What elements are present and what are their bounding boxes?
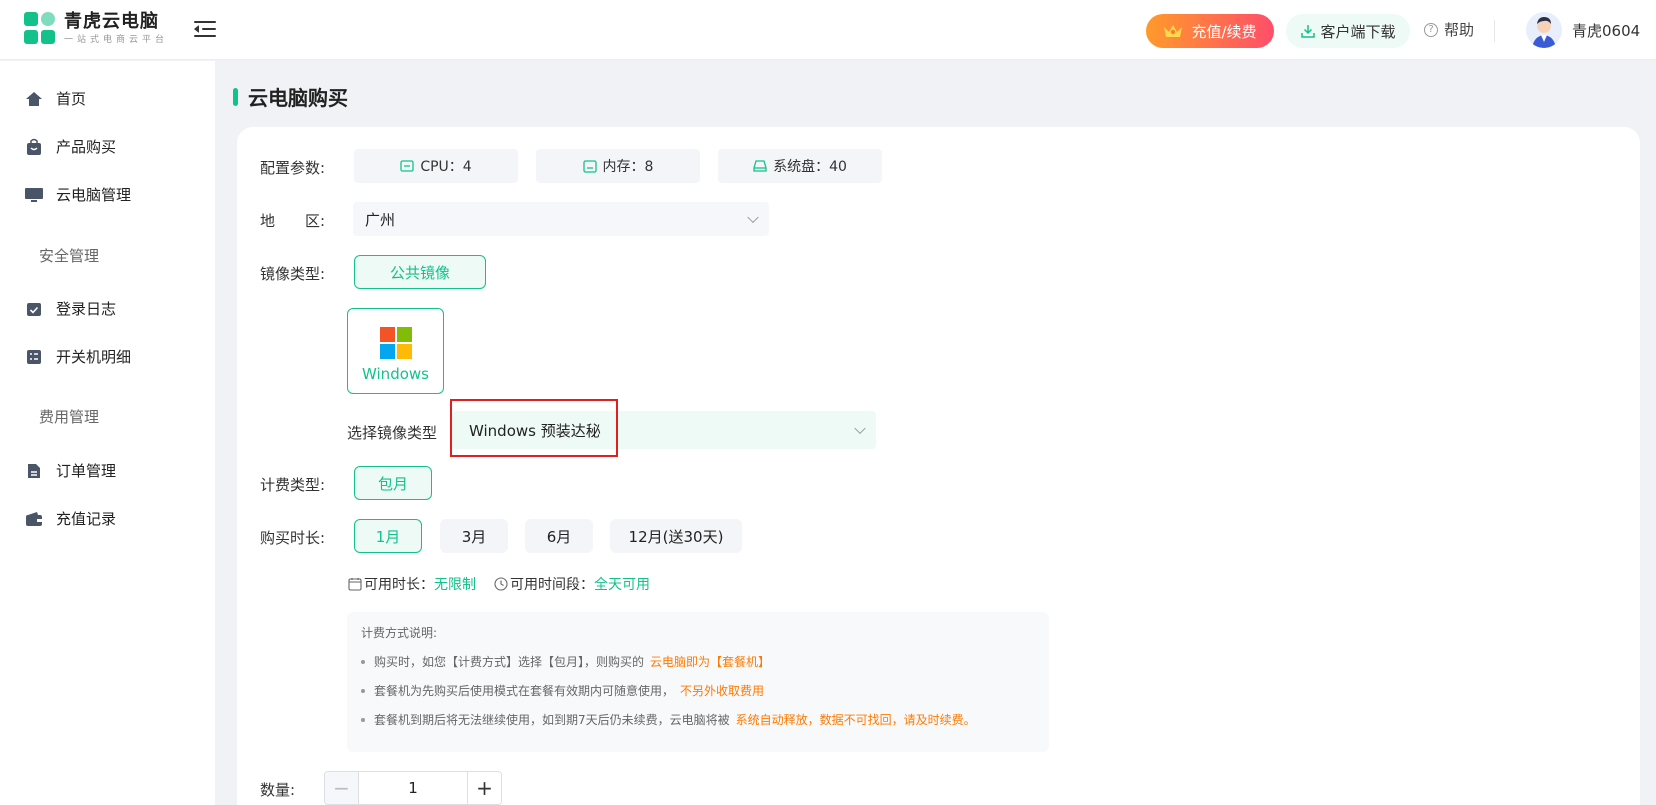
monthly-billing-option[interactable]: 包月	[354, 466, 432, 500]
help-link[interactable]: ? 帮助	[1424, 19, 1474, 40]
chevron-down-icon	[854, 422, 866, 435]
image-select-label: 选择镜像类型	[347, 424, 438, 442]
client-download-button[interactable]: 客户端下载	[1286, 14, 1410, 48]
recharge-label: 充值/续费	[1191, 22, 1257, 41]
wallet-icon	[24, 510, 44, 528]
os-name: Windows	[362, 365, 429, 383]
home-icon	[24, 90, 44, 108]
note-line: 套餐机为先购买后使用模式在套餐有效期内可随意使用， 不另外收取费用	[361, 682, 764, 699]
quantity-label: 数量:	[260, 781, 296, 799]
region-value: 广州	[365, 210, 396, 229]
top-header: 青虎云电脑 一站式电商云平台 充值/续费 客户端下载 ? 帮助 青虎0604	[0, 0, 1656, 60]
increment-button[interactable]: +	[467, 772, 501, 804]
quantity-input[interactable]: 1	[359, 772, 467, 804]
download-label: 客户端下载	[1320, 22, 1396, 41]
sidebar-group-billing: 费用管理	[39, 408, 100, 426]
billing-type-label: 计费类型:	[260, 476, 326, 494]
calendar-icon	[348, 578, 362, 591]
duration-option-12m[interactable]: 12月(送30天)	[610, 519, 742, 553]
sidebar-group-security: 安全管理	[39, 247, 100, 265]
note-line: 购买时，如您【计费方式】选择【包月】，则购买的 云电脑即为【套餐机】	[361, 653, 770, 670]
duration-option-3m[interactable]: 3月	[440, 519, 508, 553]
memory-icon	[582, 159, 597, 173]
region-select[interactable]: 广州	[353, 202, 769, 236]
sidebar-item-home[interactable]: 首页	[24, 88, 86, 109]
username: 青虎0604	[1572, 21, 1641, 40]
shopping-bag-icon	[24, 138, 44, 156]
note-title: 计费方式说明:	[361, 626, 438, 640]
document-icon	[24, 462, 44, 480]
duration-value: 无限制	[434, 577, 476, 593]
sidebar-item-orders[interactable]: 订单管理	[24, 460, 116, 481]
sidebar-item-login-log[interactable]: 登录日志	[24, 298, 116, 319]
duration-option-6m[interactable]: 6月	[525, 519, 593, 553]
cpu-icon	[400, 160, 414, 172]
logo-icon	[24, 12, 56, 46]
user-menu[interactable]: 青虎0604	[1526, 12, 1640, 48]
duration-label: 购买时长:	[260, 529, 326, 547]
sidebar-item-product-purchase[interactable]: 产品购买	[24, 136, 116, 157]
sidebar: 首页 产品购买 云电脑管理 安全管理 登录日志 开关机明细 费用管理 订单管理 …	[0, 61, 215, 805]
region-label: 地 区:	[260, 212, 326, 230]
header-divider	[1494, 20, 1495, 42]
crown-icon	[1163, 23, 1183, 39]
brand-tagline: 一站式电商云平台	[64, 35, 169, 45]
disk-icon	[753, 160, 767, 172]
page-title-wrap: 云电脑购买	[233, 82, 348, 111]
brand-logo[interactable]: 青虎云电脑 一站式电商云平台	[24, 12, 168, 46]
decrement-button[interactable]: −	[325, 772, 359, 804]
os-windows-card[interactable]: Windows	[347, 308, 444, 394]
note-line: 套餐机到期后将无法继续使用，如到期7天后仍未续费，云电脑将被 系统自动释放，数据不…	[361, 711, 976, 728]
sidebar-item-recharge-record[interactable]: 充值记录	[24, 508, 116, 529]
title-accent-bar	[233, 87, 238, 106]
availability-info: 可用时长： 无限制 可用时间段： 全天可用	[348, 574, 650, 594]
question-icon: ?	[1424, 22, 1438, 37]
memory-spec: 内存：8	[536, 149, 700, 183]
sidebar-item-power-detail[interactable]: 开关机明细	[24, 346, 131, 367]
config-label: 配置参数:	[260, 159, 326, 177]
highlight-box	[450, 399, 618, 457]
brand-name: 青虎云电脑	[64, 11, 159, 32]
cpu-spec: CPU：4	[354, 149, 518, 183]
chevron-down-icon	[747, 211, 759, 224]
public-image-option[interactable]: 公共镜像	[354, 255, 486, 289]
period-value: 全天可用	[594, 577, 650, 593]
calendar-check-icon	[24, 300, 44, 318]
duration-option-1m[interactable]: 1月	[354, 519, 422, 553]
disk-spec: 系统盘：40	[718, 149, 882, 183]
monitor-icon	[24, 186, 44, 204]
download-icon	[1301, 25, 1316, 38]
quantity-stepper: − 1 +	[324, 771, 502, 805]
windows-logo-icon	[379, 327, 412, 359]
help-label: 帮助	[1444, 21, 1475, 39]
avatar	[1526, 12, 1562, 48]
page-title: 云电脑购买	[248, 86, 348, 110]
billing-note: 计费方式说明: 购买时，如您【计费方式】选择【包月】，则购买的 云电脑即为【套餐机…	[347, 612, 1049, 752]
checklist-icon	[24, 348, 44, 366]
clock-icon	[494, 577, 508, 591]
recharge-button[interactable]: 充值/续费	[1146, 14, 1274, 48]
image-type-label: 镜像类型:	[260, 265, 326, 283]
sidebar-item-cloud-pc[interactable]: 云电脑管理	[24, 184, 131, 205]
menu-collapse-icon[interactable]	[194, 19, 216, 39]
